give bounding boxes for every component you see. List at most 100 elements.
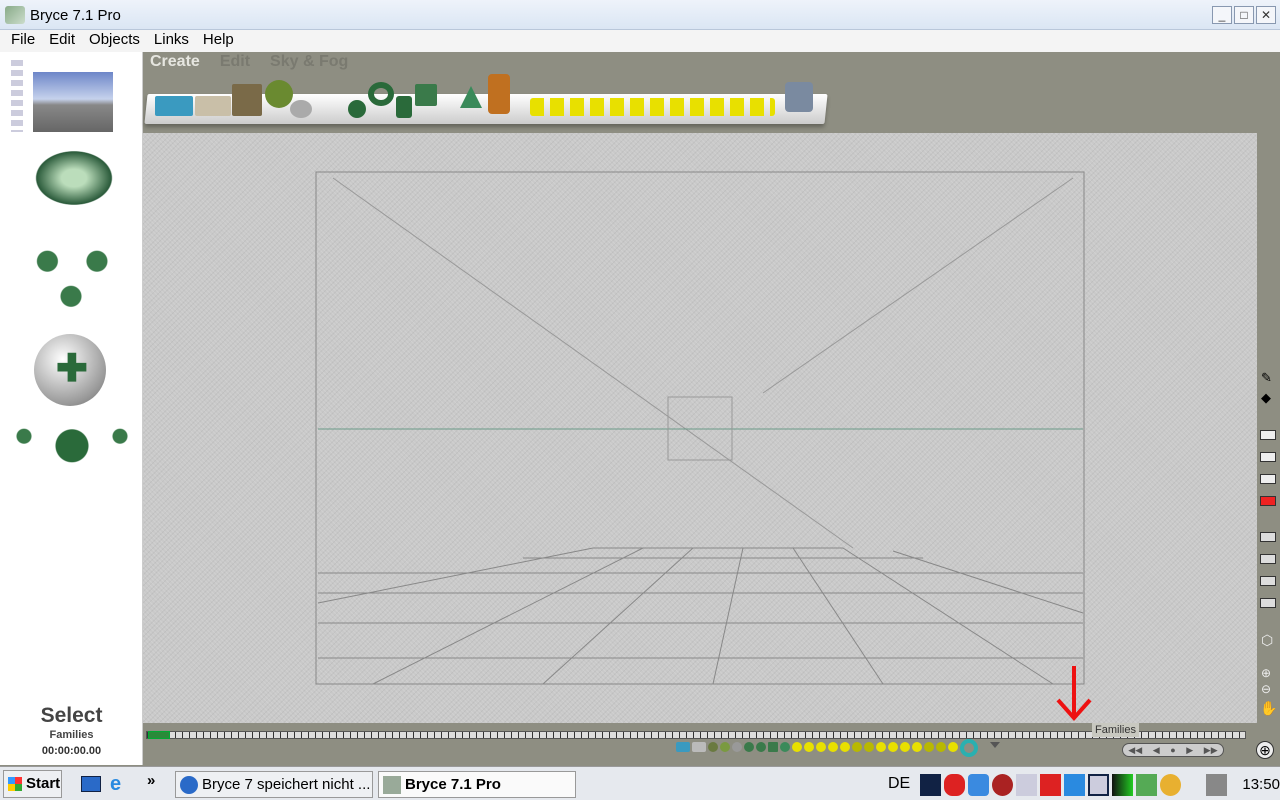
select-meta-icon[interactable] (828, 742, 838, 752)
select-cube-icon[interactable] (768, 742, 778, 752)
minimize-button[interactable]: _ (1212, 6, 1232, 24)
camera-move-ball[interactable]: ✚ (34, 334, 106, 406)
cube-icon[interactable] (415, 84, 437, 106)
network-icon[interactable] (1136, 773, 1158, 796)
select-meta-icon[interactable] (876, 742, 886, 752)
select-meta-icon[interactable] (852, 742, 862, 752)
signal-icon[interactable] (1112, 773, 1134, 796)
display-options-icon[interactable] (1260, 554, 1276, 564)
dropbox-icon[interactable] (968, 773, 990, 796)
pan-hand-icon[interactable]: ✋ (1260, 700, 1277, 717)
select-ground-icon[interactable] (692, 742, 706, 752)
display-options-icon[interactable] (1260, 598, 1276, 608)
menu-links[interactable]: Links (147, 30, 196, 52)
cylinder-icon[interactable] (396, 96, 412, 118)
select-cone-icon[interactable] (780, 742, 790, 752)
view-control[interactable] (30, 147, 118, 209)
chevron-down-icon[interactable] (990, 742, 1000, 748)
monitor-icon[interactable] (920, 773, 942, 796)
end-button[interactable]: ▶▶ (1204, 744, 1218, 756)
tab-create[interactable]: Create (150, 53, 200, 71)
zoom-out-icon[interactable]: ⊖ (1261, 682, 1271, 696)
globe-icon[interactable]: ⊕ (1256, 741, 1274, 759)
power-unplugged-icon[interactable] (1206, 773, 1228, 796)
3d-viewport[interactable] (143, 133, 1257, 723)
bryce-app-icon (5, 6, 25, 24)
title-bar: Bryce 7.1 Pro _ □ ✕ (0, 0, 1280, 30)
pencil-icon[interactable]: ✎ (1261, 370, 1272, 386)
music-icon[interactable] (992, 773, 1014, 796)
app-tray-icon[interactable] (1160, 773, 1182, 796)
mail-icon[interactable] (1064, 773, 1086, 796)
select-meta-icon[interactable] (804, 742, 814, 752)
families-button[interactable] (960, 739, 978, 757)
render-stop-icon[interactable] (1260, 496, 1276, 506)
select-meta-icon[interactable] (948, 742, 958, 752)
select-tree-icon[interactable] (720, 742, 730, 752)
close-button[interactable]: ✕ (1256, 6, 1276, 24)
select-meta-icon[interactable] (816, 742, 826, 752)
sphere-icon[interactable] (348, 100, 366, 118)
camera-trackball-icon[interactable] (12, 230, 130, 308)
select-sphere-icon[interactable] (744, 742, 754, 752)
rewind-button[interactable]: ◀◀ (1128, 744, 1142, 756)
menu-file[interactable]: File (4, 30, 42, 52)
internet-explorer-icon[interactable]: e (110, 773, 121, 796)
render-controls[interactable] (12, 417, 132, 465)
select-meta-icon[interactable] (912, 742, 922, 752)
show-desktop-icon[interactable] (81, 776, 101, 792)
record-key-button[interactable]: ● (1170, 744, 1175, 756)
view-mode-icon[interactable] (1260, 474, 1276, 484)
tree-icon[interactable] (265, 80, 293, 108)
display-options-icon[interactable] (1260, 576, 1276, 586)
antivirus-icon[interactable] (1040, 773, 1062, 796)
play-button[interactable]: ▶ (1186, 744, 1193, 756)
select-meta-icon[interactable] (936, 742, 946, 752)
tab-edit[interactable]: Edit (220, 53, 250, 71)
timeline-scrubber[interactable] (146, 731, 1246, 739)
security-shield-icon[interactable] (944, 773, 966, 796)
tab-sky-fog[interactable]: Sky & Fog (270, 53, 348, 71)
metaball-primitives-icon[interactable] (530, 98, 775, 116)
torus-icon[interactable] (368, 82, 394, 106)
language-indicator[interactable]: DE (888, 775, 910, 793)
more-quicklaunch[interactable]: » (147, 772, 155, 789)
display-icon[interactable] (1088, 773, 1110, 796)
view-mode-icon[interactable] (1260, 430, 1276, 440)
ground-plane-icon[interactable] (195, 96, 231, 116)
select-meta-icon[interactable] (888, 742, 898, 752)
start-button[interactable]: Start (3, 770, 62, 798)
eraser-icon[interactable]: ◆ (1261, 390, 1271, 406)
menu-help[interactable]: Help (196, 30, 241, 52)
printer-icon[interactable] (1016, 773, 1038, 796)
select-torus-icon[interactable] (756, 742, 766, 752)
pyramid-icon[interactable] (460, 86, 482, 108)
task-bryce[interactable]: Bryce 7.1 Pro (378, 771, 576, 798)
water-plane-icon[interactable] (155, 96, 193, 116)
prev-frame-button[interactable]: ◀ (1153, 744, 1160, 756)
select-meta-icon[interactable] (924, 742, 934, 752)
timeline-handle[interactable] (148, 731, 170, 739)
menu-edit[interactable]: Edit (42, 30, 82, 52)
maximize-button[interactable]: □ (1234, 6, 1254, 24)
cube-view-icon[interactable]: ⬡ (1261, 632, 1273, 649)
figure-icon[interactable] (488, 74, 510, 114)
select-meta-icon[interactable] (864, 742, 874, 752)
view-mode-icon[interactable] (1260, 452, 1276, 462)
rock-icon[interactable] (290, 100, 312, 118)
select-meta-icon[interactable] (792, 742, 802, 752)
zoom-in-icon[interactable]: ⊕ (1261, 666, 1271, 680)
clock[interactable]: 13:50 (1242, 776, 1280, 793)
select-water-icon[interactable] (676, 742, 690, 752)
select-meta-icon[interactable] (900, 742, 910, 752)
menu-objects[interactable]: Objects (82, 30, 147, 52)
display-options-icon[interactable] (1260, 532, 1276, 542)
nano-preview[interactable] (33, 72, 113, 132)
select-meta-icon[interactable] (840, 742, 850, 752)
select-rock-icon[interactable] (732, 742, 742, 752)
terrain-icon[interactable] (232, 84, 262, 116)
select-terrain-icon[interactable] (708, 742, 718, 752)
task-browser[interactable]: Bryce 7 speichert nicht ... (175, 771, 373, 798)
import-object-icon[interactable] (785, 82, 813, 112)
view-memory-dots[interactable] (11, 60, 23, 132)
